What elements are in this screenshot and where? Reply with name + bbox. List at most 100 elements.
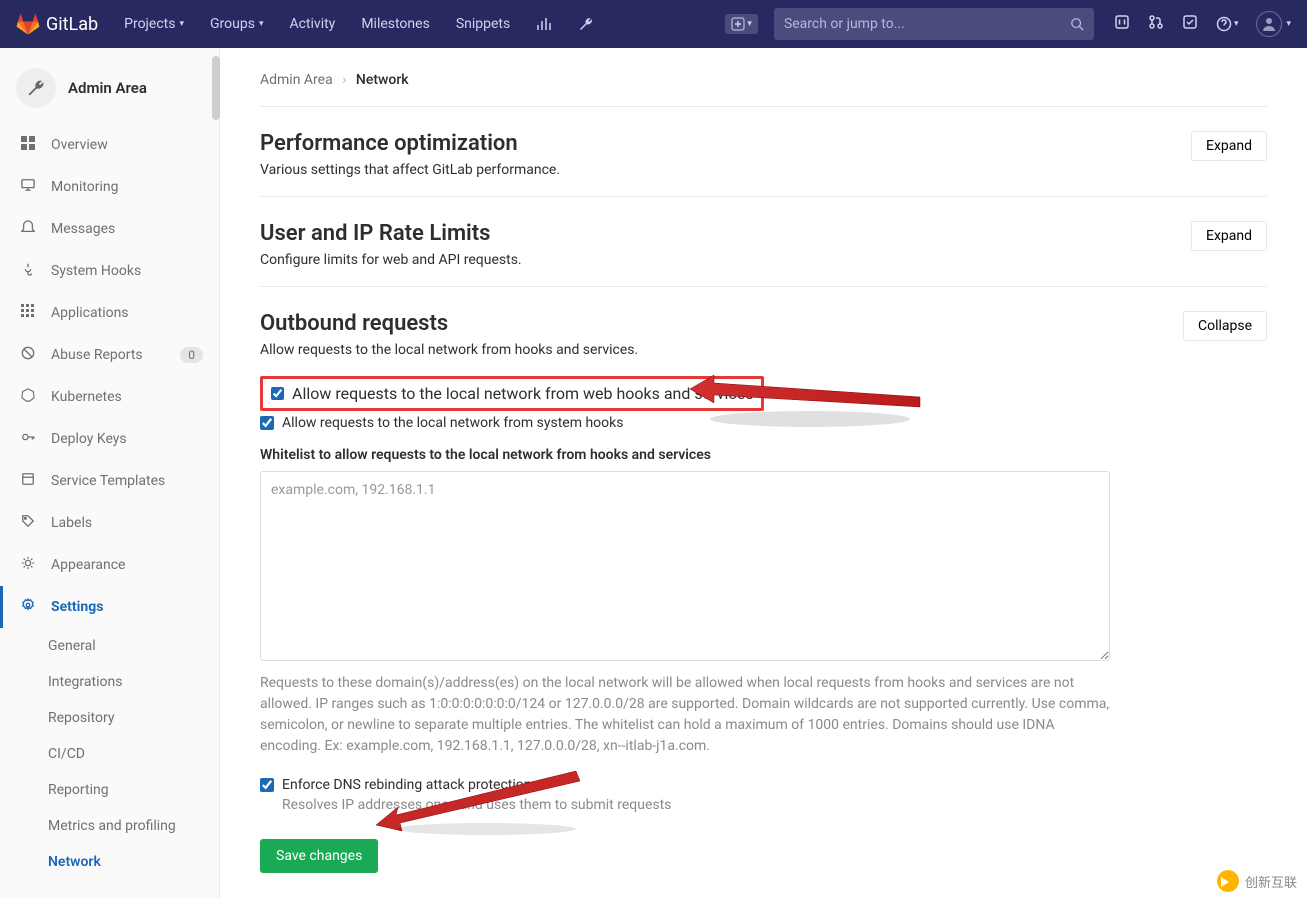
sidebar-item-label: Deploy Keys bbox=[51, 431, 127, 447]
sidebar-item-monitoring[interactable]: Monitoring bbox=[0, 166, 219, 208]
nav-admin-wrench-icon[interactable] bbox=[568, 8, 604, 40]
abuse-count-badge: 0 bbox=[180, 347, 203, 363]
search-icon bbox=[1070, 17, 1084, 31]
scrollbar-thumb[interactable] bbox=[212, 56, 220, 120]
section-title: Performance optimization bbox=[260, 131, 1267, 156]
section-title: User and IP Rate Limits bbox=[260, 221, 1267, 246]
dns-help-text: Resolves IP addresses once and uses them… bbox=[260, 797, 1267, 813]
expand-button[interactable]: Expand bbox=[1191, 131, 1267, 161]
whitelist-help-text: Requests to these domain(s)/address(es) … bbox=[260, 673, 1110, 757]
sidebar-item-abuse-reports[interactable]: Abuse Reports 0 bbox=[0, 334, 219, 376]
subnav-general[interactable]: General bbox=[48, 628, 219, 664]
main-content: Admin Area › Network Performance optimiz… bbox=[220, 48, 1307, 898]
overview-icon bbox=[19, 136, 37, 154]
key-icon bbox=[19, 430, 37, 448]
breadcrumb-separator: › bbox=[342, 72, 346, 88]
sidebar-item-overview[interactable]: Overview bbox=[0, 124, 219, 166]
whitelist-textarea[interactable] bbox=[260, 471, 1110, 661]
sidebar-item-settings[interactable]: Settings bbox=[0, 586, 219, 628]
sidebar-item-label: Service Templates bbox=[51, 473, 165, 489]
watermark: 创新互联 bbox=[1217, 870, 1297, 892]
gitlab-icon bbox=[16, 12, 40, 36]
sidebar-item-messages[interactable]: Messages bbox=[0, 208, 219, 250]
section-desc: Various settings that affect GitLab perf… bbox=[260, 162, 1267, 178]
templates-icon bbox=[19, 472, 37, 490]
settings-icon bbox=[19, 598, 37, 616]
checkbox-dns-rebinding[interactable] bbox=[260, 778, 274, 792]
sidebar-title: Admin Area bbox=[68, 79, 147, 97]
sidebar-header: Admin Area bbox=[0, 58, 219, 118]
settings-subnav: General Integrations Repository CI/CD Re… bbox=[0, 628, 219, 880]
whitelist-label: Whitelist to allow requests to the local… bbox=[260, 447, 1267, 463]
admin-area-icon bbox=[16, 68, 56, 108]
todos-icon[interactable] bbox=[1182, 14, 1198, 34]
subnav-integrations[interactable]: Integrations bbox=[48, 664, 219, 700]
sidebar-item-label: Appearance bbox=[51, 557, 125, 573]
nav-groups[interactable]: Groups ▾ bbox=[200, 8, 273, 40]
sidebar-item-applications[interactable]: Applications bbox=[0, 292, 219, 334]
brand-logo[interactable]: GitLab bbox=[16, 12, 98, 36]
subnav-metrics[interactable]: Metrics and profiling bbox=[48, 808, 219, 844]
appearance-icon bbox=[19, 556, 37, 574]
global-search[interactable] bbox=[774, 8, 1094, 40]
sidebar-item-system-hooks[interactable]: System Hooks bbox=[0, 250, 219, 292]
save-changes-button[interactable]: Save changes bbox=[260, 839, 378, 873]
sidebar-item-labels[interactable]: Labels bbox=[0, 502, 219, 544]
sidebar-item-label: Messages bbox=[51, 221, 115, 237]
section-rate-limits: User and IP Rate Limits Configure limits… bbox=[260, 197, 1267, 287]
search-input[interactable] bbox=[784, 16, 1070, 32]
section-outbound: Outbound requests Allow requests to the … bbox=[260, 287, 1267, 891]
sidebar-item-appearance[interactable]: Appearance bbox=[0, 544, 219, 586]
sidebar-item-label: Monitoring bbox=[51, 179, 119, 195]
sidebar-item-label: Applications bbox=[51, 305, 129, 321]
section-desc: Configure limits for web and API request… bbox=[260, 252, 1267, 268]
subnav-network[interactable]: Network bbox=[48, 844, 219, 880]
sidebar-item-label: Settings bbox=[51, 599, 103, 615]
breadcrumb-root[interactable]: Admin Area bbox=[260, 72, 333, 88]
abuse-icon bbox=[19, 346, 37, 364]
section-performance: Performance optimization Various setting… bbox=[260, 107, 1267, 197]
breadcrumb-current: Network bbox=[356, 72, 409, 88]
nav-activity[interactable]: Activity bbox=[279, 8, 345, 40]
nav-projects[interactable]: Projects ▾ bbox=[114, 8, 194, 40]
collapse-button[interactable]: Collapse bbox=[1183, 311, 1267, 341]
subnav-cicd[interactable]: CI/CD bbox=[48, 736, 219, 772]
section-desc: Allow requests to the local network from… bbox=[260, 342, 1267, 358]
merge-requests-icon[interactable] bbox=[1148, 14, 1164, 34]
nav-snippets[interactable]: Snippets bbox=[446, 8, 520, 40]
checkbox-allow-local-system-hooks[interactable] bbox=[260, 416, 274, 430]
highlight-allow-local-webhooks: Allow requests to the local network from… bbox=[260, 376, 764, 411]
apps-icon bbox=[19, 304, 37, 322]
sidebar-item-label: Kubernetes bbox=[51, 389, 122, 405]
section-title: Outbound requests bbox=[260, 311, 1267, 336]
watermark-icon bbox=[1217, 870, 1239, 892]
sidebar-item-label: Overview bbox=[51, 137, 108, 153]
nav-milestones[interactable]: Milestones bbox=[351, 8, 440, 40]
sidebar-item-label: System Hooks bbox=[51, 263, 141, 279]
checkbox-allow-local-webhooks[interactable] bbox=[271, 387, 284, 400]
monitor-icon bbox=[19, 178, 37, 196]
issues-icon[interactable] bbox=[1114, 14, 1130, 34]
sidebar: Admin Area Overview Monitoring Messages … bbox=[0, 48, 220, 898]
top-navbar: GitLab Projects ▾ Groups ▾ Activity Mile… bbox=[0, 0, 1307, 48]
watermark-text: 创新互联 bbox=[1245, 872, 1297, 891]
expand-button[interactable]: Expand bbox=[1191, 221, 1267, 251]
checkbox-label: Allow requests to the local network from… bbox=[282, 415, 623, 431]
subnav-reporting[interactable]: Reporting bbox=[48, 772, 219, 808]
sidebar-item-kubernetes[interactable]: Kubernetes bbox=[0, 376, 219, 418]
nav-plus[interactable]: ▾ bbox=[715, 6, 768, 42]
sidebar-item-service-templates[interactable]: Service Templates bbox=[0, 460, 219, 502]
brand-text: GitLab bbox=[46, 14, 98, 35]
sidebar-item-label: Abuse Reports bbox=[51, 347, 143, 363]
breadcrumb: Admin Area › Network bbox=[260, 68, 1267, 107]
messages-icon bbox=[19, 220, 37, 238]
sidebar-item-deploy-keys[interactable]: Deploy Keys bbox=[0, 418, 219, 460]
user-avatar[interactable]: ▾ bbox=[1256, 11, 1291, 37]
sidebar-item-label: Labels bbox=[51, 515, 92, 531]
subnav-repository[interactable]: Repository bbox=[48, 700, 219, 736]
help-icon[interactable]: ▾ bbox=[1216, 16, 1239, 32]
k8s-icon bbox=[19, 388, 37, 406]
labels-icon bbox=[19, 514, 37, 532]
hook-icon bbox=[19, 262, 37, 280]
nav-analytics-icon[interactable] bbox=[526, 8, 562, 40]
